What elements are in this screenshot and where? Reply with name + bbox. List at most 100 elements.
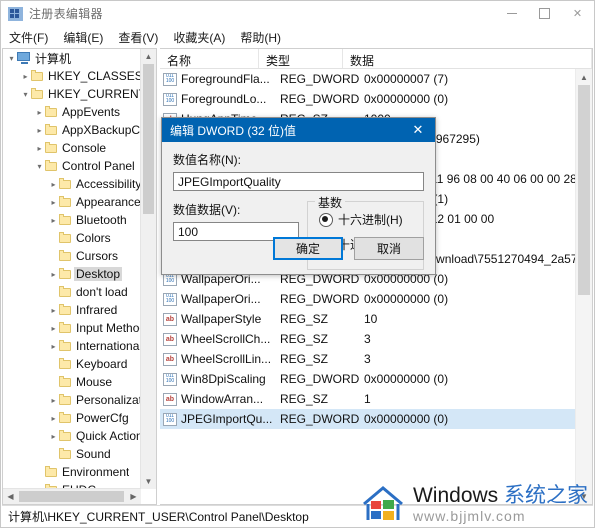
tree-item-bluetooth[interactable]: ▸ Bluetooth: [3, 211, 141, 229]
dialog-buttons: 确定 取消: [262, 237, 424, 260]
listview-vertical-scrollbar[interactable]: ▲ ▼: [575, 69, 592, 504]
value-data: 0x00000007 (7): [364, 72, 449, 86]
scroll-up-icon[interactable]: ▲: [141, 49, 156, 64]
registry-value-row[interactable]: ab WheelScrollCh... REG_SZ 3: [160, 329, 576, 349]
tree-item-powercfg[interactable]: ▸ PowerCfg: [3, 409, 141, 427]
cancel-button[interactable]: 取消: [354, 237, 424, 260]
tree-item-[interactable]: ▾ 计算机: [3, 49, 141, 67]
tree-item-label: Input Method: [76, 321, 141, 335]
chevron-right-icon[interactable]: ▸: [48, 396, 59, 405]
scroll-up-icon[interactable]: ▲: [576, 69, 592, 85]
chevron-down-icon[interactable]: ▾: [34, 162, 45, 171]
value-name: WindowArran...: [181, 392, 264, 406]
chevron-right-icon[interactable]: ▸: [34, 108, 45, 117]
registry-value-row[interactable]: 011 100 WallpaperOri... REG_DWORD 0x00000000…: [160, 289, 576, 309]
registry-value-row[interactable]: ab WindowArran... REG_SZ 1: [160, 389, 576, 409]
tree-vertical-scrollbar[interactable]: ▲ ▼: [140, 49, 156, 489]
value-name-input[interactable]: JPEGImportQuality: [173, 172, 424, 191]
scroll-right-icon[interactable]: ▶: [126, 489, 141, 504]
menu-file[interactable]: 文件(F): [9, 29, 48, 46]
registry-value-row[interactable]: ab WallpaperStyle REG_SZ 10: [160, 309, 576, 329]
menu-help[interactable]: 帮助(H): [240, 29, 281, 46]
tree-item-accessibility[interactable]: ▸ Accessibility: [3, 175, 141, 193]
value-type: REG_SZ: [280, 352, 329, 366]
tree-item-sound[interactable]: Sound: [3, 445, 141, 463]
scroll-left-icon[interactable]: ◀: [3, 489, 18, 504]
listview-header: 名称 类型 数据: [160, 49, 592, 69]
registry-value-row[interactable]: 011 100 ForegroundFla... REG_DWORD 0x0000000…: [160, 69, 576, 89]
value-type: REG_SZ: [280, 332, 329, 346]
folder-icon: [59, 177, 72, 190]
folder-icon: [59, 195, 72, 208]
scroll-down-icon[interactable]: ▼: [141, 474, 156, 489]
registry-value-row[interactable]: 011 100 ForegroundLo... REG_DWORD 0x00000000…: [160, 89, 576, 109]
registry-value-row[interactable]: 011 100 JPEGImportQu... REG_DWORD 0x00000000…: [160, 409, 576, 429]
tree-item-control-panel[interactable]: ▾ Control Panel: [3, 157, 141, 175]
registry-value-row[interactable]: 011 100 Win8DpiScaling REG_DWORD 0x00000000 …: [160, 369, 576, 389]
tree-item-appevents[interactable]: ▸ AppEvents: [3, 103, 141, 121]
chevron-right-icon[interactable]: ▸: [48, 216, 59, 225]
menu-favorites[interactable]: 收藏夹(A): [173, 29, 225, 46]
chevron-right-icon[interactable]: ▸: [34, 126, 45, 135]
watermark-url: www.bjjmlv.com: [412, 508, 526, 524]
chevron-right-icon[interactable]: ▸: [48, 432, 59, 441]
chevron-down-icon[interactable]: ▾: [20, 90, 31, 99]
chevron-down-icon[interactable]: ▾: [6, 54, 17, 63]
tree-item-appxbackupconter[interactable]: ▸ AppXBackupConter: [3, 121, 141, 139]
tree-item-cursors[interactable]: Cursors: [3, 247, 141, 265]
tree-item-desktop[interactable]: ▸ Desktop: [3, 265, 141, 283]
column-header-name[interactable]: 名称: [160, 49, 259, 68]
registry-tree[interactable]: ▾ 计算机 ▸ HKEY_CLASSES_ROOT ▾ HKEY_CURRENT_USER…: [3, 49, 141, 489]
tree-item-colors[interactable]: Colors: [3, 229, 141, 247]
listview-vscroll-thumb[interactable]: [578, 85, 590, 295]
tree-vscroll-thumb[interactable]: [143, 64, 154, 214]
tree-item-console[interactable]: ▸ Console: [3, 139, 141, 157]
chevron-right-icon[interactable]: ▸: [48, 342, 59, 351]
tree-item-input-method[interactable]: ▸ Input Method: [3, 319, 141, 337]
registry-value-row[interactable]: ab WheelScrollLin... REG_SZ 3: [160, 349, 576, 369]
chevron-right-icon[interactable]: ▸: [48, 270, 59, 279]
column-header-data[interactable]: 数据: [343, 49, 592, 68]
tree-item-infrared[interactable]: ▸ Infrared: [3, 301, 141, 319]
close-icon[interactable]: ✕: [401, 118, 435, 142]
chevron-right-icon[interactable]: ▸: [48, 414, 59, 423]
close-icon[interactable]: ✕: [561, 1, 594, 27]
radio-hexadecimal[interactable]: 十六进制(H): [319, 211, 423, 228]
string-value-icon: ab: [163, 392, 177, 406]
tree-item-label: PowerCfg: [76, 411, 129, 425]
tree-item-appearance[interactable]: ▸ Appearance: [3, 193, 141, 211]
chevron-right-icon[interactable]: ▸: [48, 198, 59, 207]
menu-edit[interactable]: 编辑(E): [63, 29, 103, 46]
chevron-right-icon[interactable]: ▸: [34, 144, 45, 153]
ok-button[interactable]: 确定: [273, 237, 343, 260]
tree-item-international[interactable]: ▸ International: [3, 337, 141, 355]
minimize-icon[interactable]: [495, 1, 528, 27]
value-name: JPEGImportQu...: [181, 412, 273, 426]
tree-item-environment[interactable]: Environment: [3, 463, 141, 481]
tree-item-label: 计算机: [35, 51, 72, 66]
tree-item-quick-actions[interactable]: ▸ Quick Actions: [3, 427, 141, 445]
tree-item-personalization[interactable]: ▸ Personalization: [3, 391, 141, 409]
menu-view[interactable]: 查看(V): [118, 29, 158, 46]
tree-item-label: Appearance: [76, 195, 141, 209]
tree-item-label: don't load: [76, 285, 128, 299]
chevron-right-icon[interactable]: ▸: [48, 324, 59, 333]
tree-item-keyboard[interactable]: Keyboard: [3, 355, 141, 373]
tree-item-mouse[interactable]: Mouse: [3, 373, 141, 391]
base-group-caption: 基数: [315, 194, 346, 211]
chevron-right-icon[interactable]: ▸: [48, 180, 59, 189]
computer-icon: [17, 52, 31, 64]
value-type: REG_DWORD: [280, 72, 360, 86]
radio-bullet-icon: [319, 212, 333, 227]
tree-item-don-t-load[interactable]: don't load: [3, 283, 141, 301]
chevron-right-icon[interactable]: ▸: [20, 72, 31, 81]
tree-hscroll-thumb[interactable]: [19, 491, 124, 502]
tree-item-hkey-current-user[interactable]: ▾ HKEY_CURRENT_USER: [3, 85, 141, 103]
column-header-type[interactable]: 类型: [259, 49, 343, 68]
maximize-icon[interactable]: [528, 1, 561, 27]
tree-horizontal-scrollbar[interactable]: ◀ ▶: [3, 488, 141, 504]
tree-item-hkey-classes-root[interactable]: ▸ HKEY_CLASSES_ROOT: [3, 67, 141, 85]
tree-item-label: Sound: [76, 447, 111, 461]
chevron-right-icon[interactable]: ▸: [48, 306, 59, 315]
tree-item-label: Infrared: [76, 303, 118, 317]
